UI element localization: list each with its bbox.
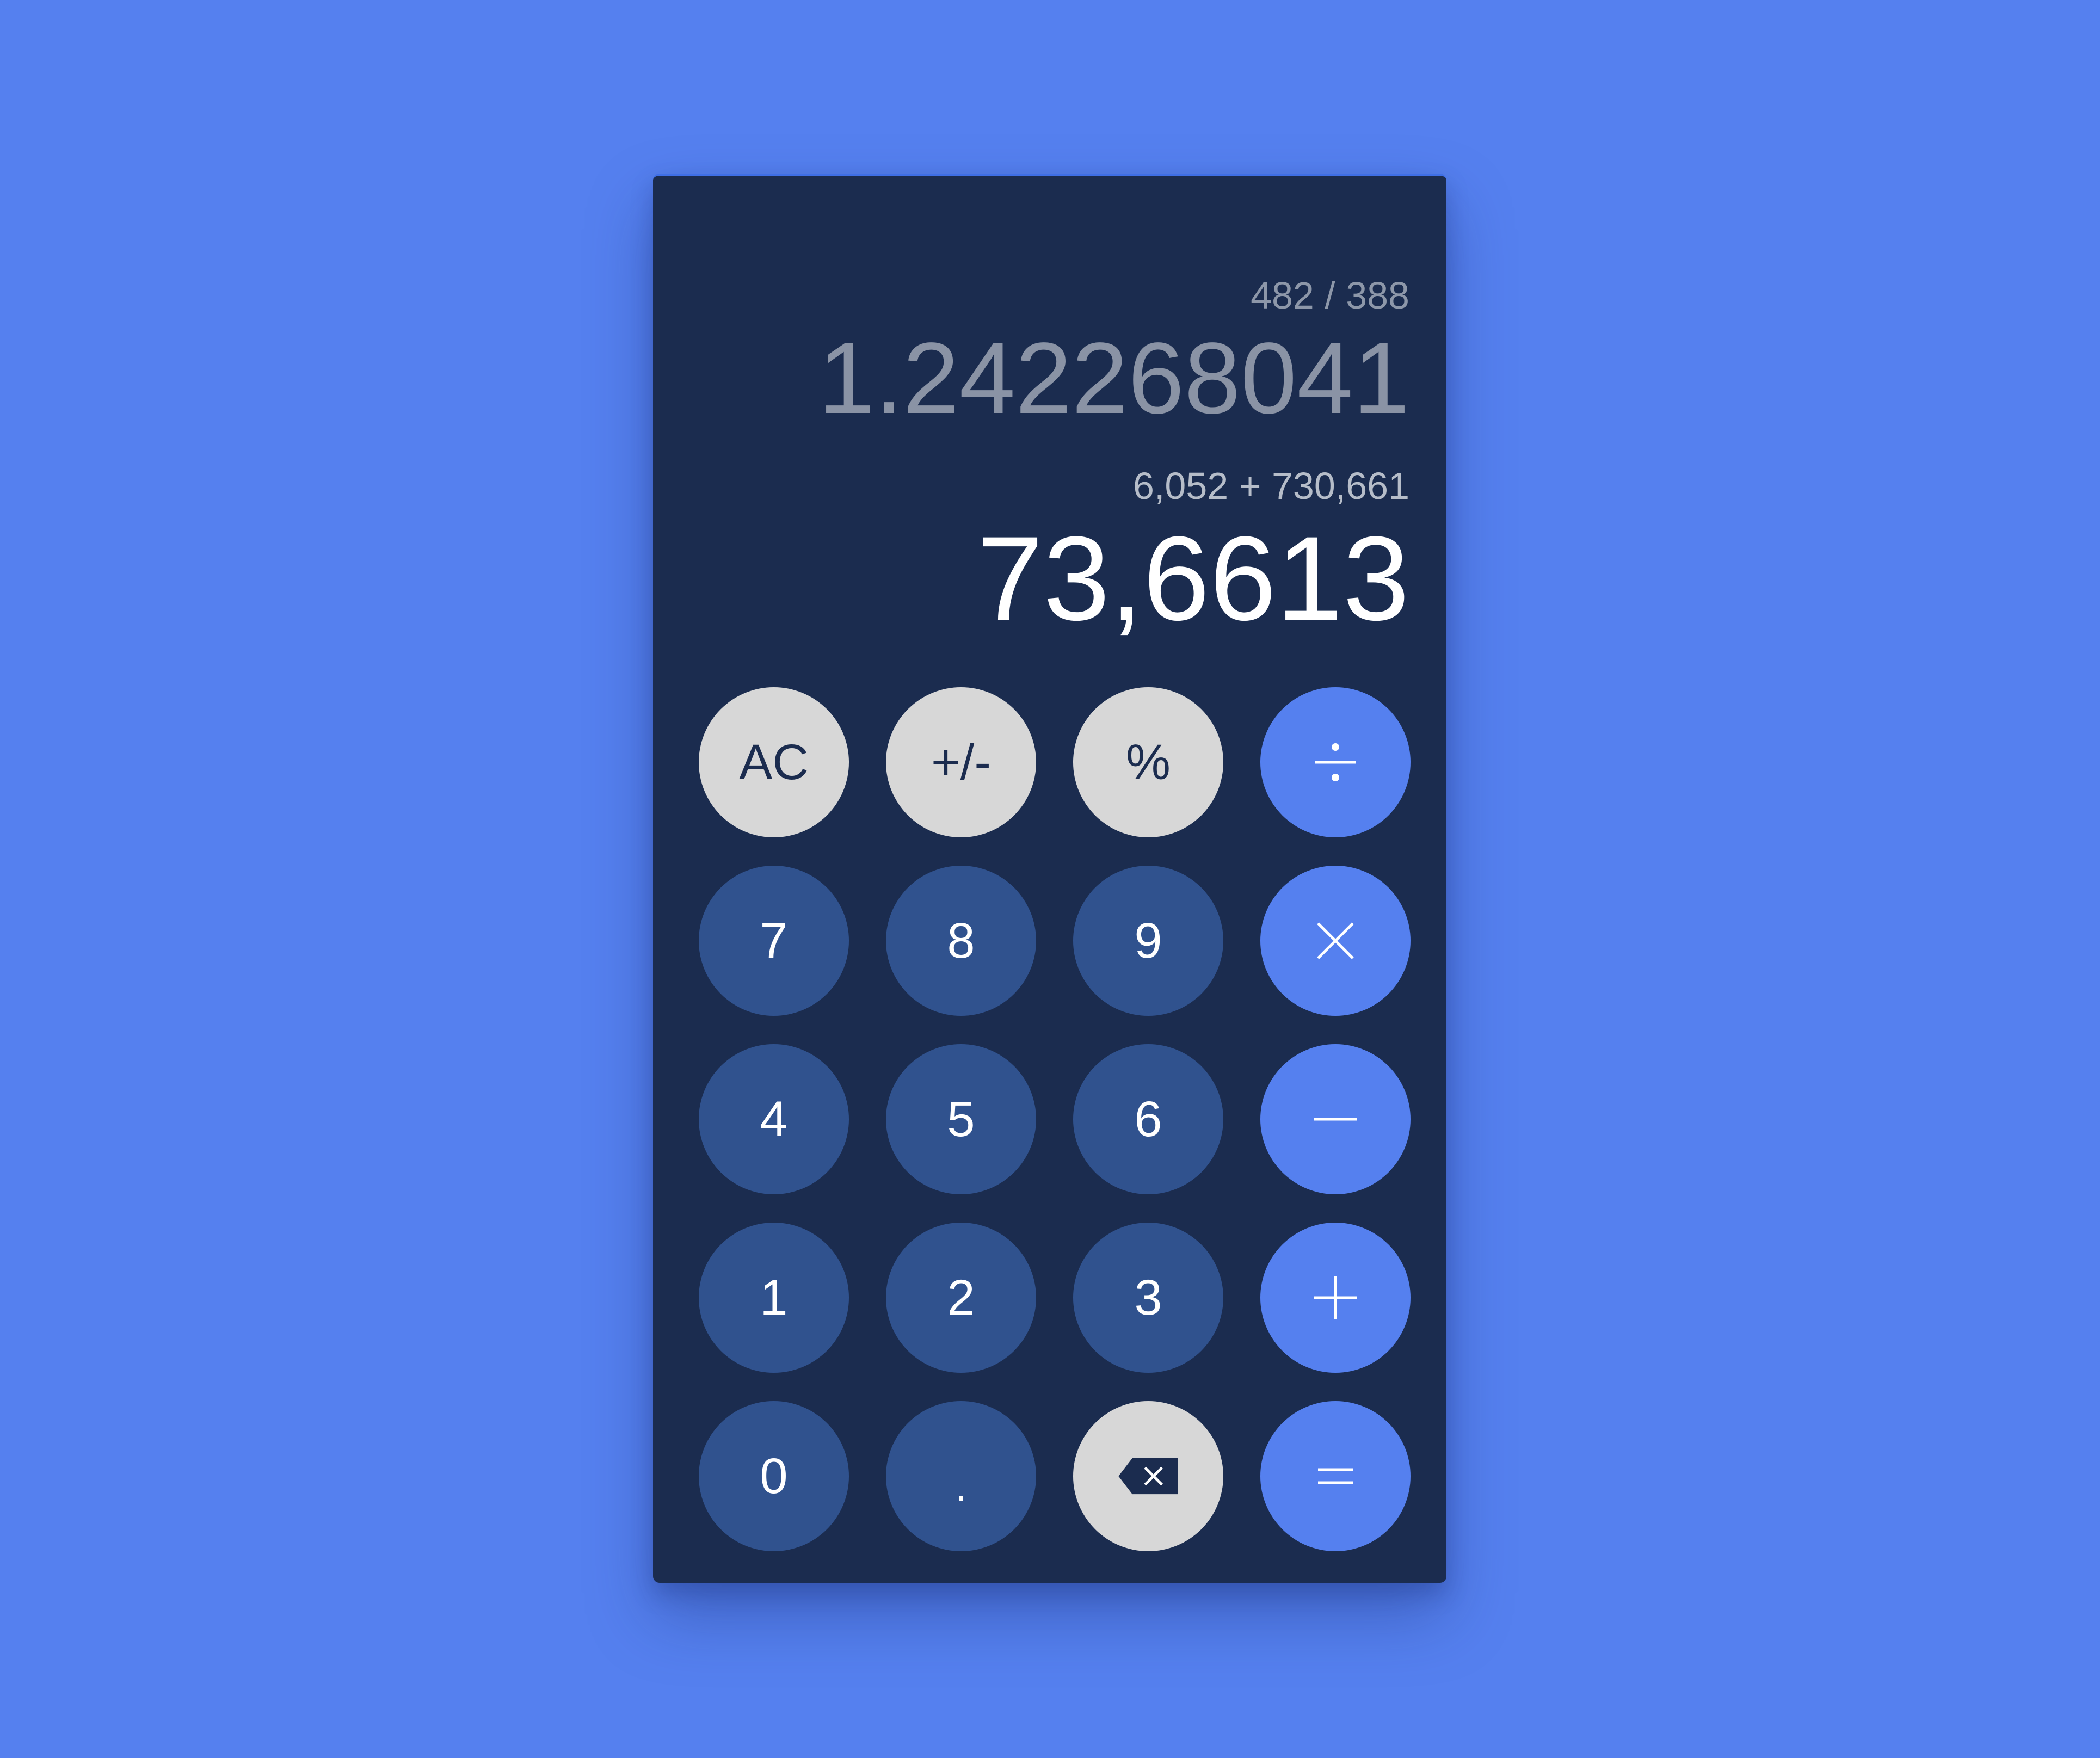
sign-toggle-button[interactable]: +/- <box>886 687 1036 837</box>
digit-5-button[interactable]: 5 <box>886 1044 1036 1194</box>
digit-6-label: 6 <box>1134 1091 1162 1147</box>
subtract-button[interactable] <box>1260 1044 1411 1194</box>
calculator-panel: 482 / 388 1.242268041 6,052 + 730,661 73… <box>653 174 1446 1583</box>
digit-4-button[interactable]: 4 <box>699 1044 849 1194</box>
multiply-button[interactable] <box>1260 866 1411 1016</box>
digit-5-label: 5 <box>947 1091 975 1147</box>
current-result: 73,6613 <box>976 511 1409 645</box>
equals-button[interactable] <box>1260 1401 1411 1551</box>
equals-icon <box>1318 1468 1353 1484</box>
plus-icon <box>1314 1276 1357 1319</box>
digit-9-label: 9 <box>1134 913 1162 969</box>
minus-icon <box>1314 1118 1357 1121</box>
digit-6-button[interactable]: 6 <box>1073 1044 1223 1194</box>
divide-icon <box>1315 743 1356 781</box>
digit-4-label: 4 <box>760 1091 788 1147</box>
digit-8-button[interactable]: 8 <box>886 866 1036 1016</box>
digit-7-button[interactable]: 7 <box>699 866 849 1016</box>
clear-label: AC <box>739 735 809 790</box>
digit-1-button[interactable]: 1 <box>699 1223 849 1373</box>
sign-toggle-label: +/- <box>931 735 991 790</box>
digit-3-button[interactable]: 3 <box>1073 1223 1223 1373</box>
digit-3-label: 3 <box>1134 1270 1162 1325</box>
add-button[interactable] <box>1260 1223 1411 1373</box>
divide-button[interactable] <box>1260 687 1411 837</box>
digit-7-label: 7 <box>760 913 788 969</box>
percent-button[interactable]: % <box>1073 687 1223 837</box>
history-expression: 482 / 388 <box>1251 274 1409 317</box>
clear-button[interactable]: AC <box>699 687 849 837</box>
history-result: 1.242268041 <box>818 322 1409 435</box>
percent-label: % <box>1126 735 1171 790</box>
current-expression: 6,052 + 730,661 <box>1133 465 1409 507</box>
digit-2-label: 2 <box>947 1270 975 1325</box>
digit-8-label: 8 <box>947 913 975 969</box>
decimal-button[interactable]: . <box>886 1401 1036 1551</box>
backspace-icon <box>1118 1458 1178 1495</box>
multiply-icon <box>1317 922 1354 959</box>
digit-0-label: 0 <box>760 1448 788 1504</box>
backspace-button[interactable] <box>1073 1401 1223 1551</box>
digit-1-label: 1 <box>760 1270 788 1325</box>
digit-9-button[interactable]: 9 <box>1073 866 1223 1016</box>
decimal-label: . <box>954 1461 968 1510</box>
digit-2-button[interactable]: 2 <box>886 1223 1036 1373</box>
digit-0-button[interactable]: 0 <box>699 1401 849 1551</box>
